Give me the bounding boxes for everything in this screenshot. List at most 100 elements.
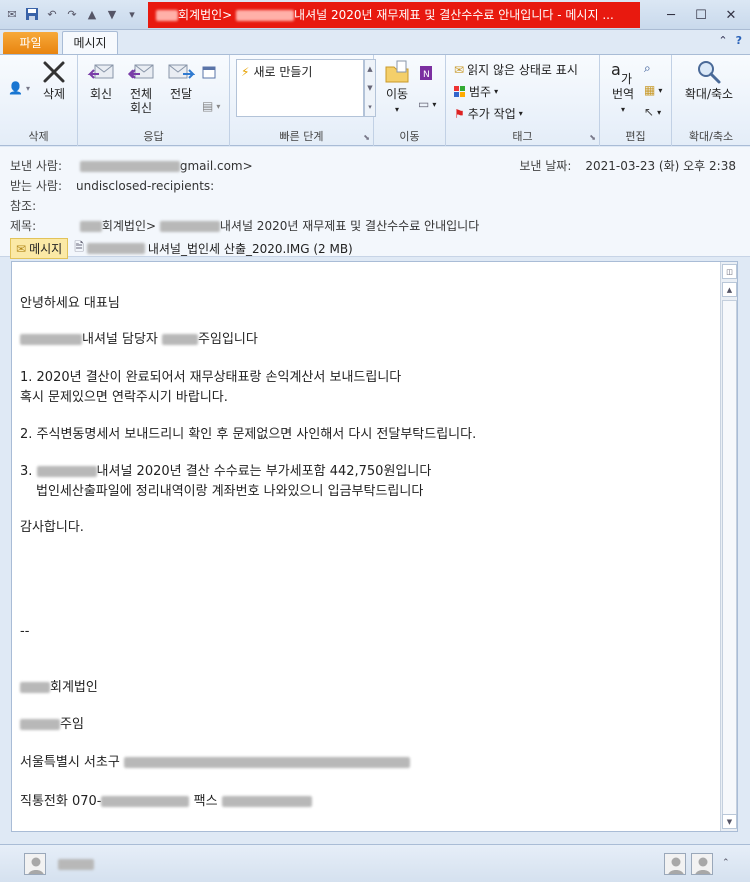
move-button[interactable]: 이동 ▾	[380, 59, 414, 117]
tab-message[interactable]: 메시지	[62, 31, 118, 55]
translate-button[interactable]: a가 번역 ▾	[606, 59, 640, 117]
signature-phone: 직통전화 070- 팩스	[20, 790, 312, 809]
svg-text:가: 가	[621, 72, 632, 85]
scroll-down-icon[interactable]: ▼	[722, 814, 737, 829]
to-value[interactable]: undisclosed-recipients:	[76, 179, 214, 193]
arrow-down-icon[interactable]: ▼	[104, 6, 120, 22]
avatar[interactable]	[24, 853, 46, 875]
lightning-icon: ⚡	[241, 64, 250, 79]
body-intro: 내셔널 담당자 주임입니다	[20, 328, 258, 347]
subject-row: 제목: 회계법인> 내셔널 2020년 재무제표 및 결산수수료 안내입니다	[10, 219, 480, 233]
reply-all-icon	[127, 64, 154, 79]
cc-row: 참조:	[10, 199, 37, 213]
redacted-text	[36, 466, 97, 477]
delete-x-icon	[43, 61, 65, 83]
redacted-text	[79, 161, 180, 172]
quick-steps-gallery: ⚡ 새로 만들기	[236, 59, 364, 117]
delete-button[interactable]: 삭제	[38, 59, 70, 101]
forward-icon	[168, 64, 195, 79]
folder-move-icon	[385, 60, 409, 83]
scroll-up-icon[interactable]: ▲	[722, 282, 737, 297]
ribbon-group-editing: a가 번역 ▾ ⌕ ▦ ▾ ↖ ▾ 편집	[600, 55, 672, 146]
attachment-row: ✉ 메시지 🗎 내셔널_법인세 산출_2020.IMG (2 MB)	[10, 238, 353, 259]
body-scrollbar[interactable]: ◫ ▲ ▼	[720, 262, 737, 831]
flag-icon: ⚑	[454, 106, 465, 121]
redacted-text	[20, 334, 82, 345]
body-item3-line1: 3. 내셔널 2020년 결산 수수료는 부가세포함 442,750원입니다	[20, 464, 432, 479]
undo-icon[interactable]: ↶	[44, 6, 60, 22]
customize-qat-icon[interactable]: ▾	[124, 6, 140, 22]
collapse-ribbon-icon[interactable]: ⌃	[718, 34, 727, 47]
ignore-button[interactable]: 👤 ▾	[8, 81, 30, 95]
ribbon-group-tags: ✉ 읽지 않은 상태로 표시 범주 ▾ ⚑ 추가 작업 ▾ 태그 ⬊	[446, 55, 600, 146]
minimize-icon[interactable]: ─	[658, 5, 684, 25]
reply-all-button[interactable]: 전체 회신	[124, 59, 158, 115]
ribbon-group-zoom: 확대/축소 확대/축소	[672, 55, 750, 146]
avatar[interactable]	[691, 853, 713, 875]
signature-separator: --	[20, 624, 30, 639]
reply-icon	[87, 64, 114, 79]
signature-title: 주임	[20, 713, 84, 732]
select-icon[interactable]: ↖ ▾	[644, 105, 661, 119]
svg-text:a: a	[611, 60, 621, 79]
message-header: 보낸 사람: gmail.com> 보낸 날짜: 2021-03-23 (화) 오…	[0, 147, 750, 259]
message-body[interactable]: 안녕하세요 대표님 내셔널 담당자 주임입니다 1. 2020년 결산이 완료되…	[11, 261, 738, 832]
redacted-text	[159, 221, 220, 232]
attachment-item[interactable]: 🗎 내셔널_법인세 산출_2020.IMG (2 MB)	[74, 238, 353, 259]
ribbon: 👤 ▾ 삭제 삭제 회신 전체 회신 전달 ▤ ▾ 응답 ⚡ 새로 만들기 ▲ …	[0, 54, 750, 146]
actions-icon[interactable]: ▭ ▾	[418, 97, 436, 111]
related-icon[interactable]: ▦ ▾	[644, 83, 662, 97]
onenote-icon[interactable]: N	[418, 65, 434, 81]
close-icon[interactable]: ✕	[718, 5, 744, 25]
title-bar: ✉ ↶ ↷ ▲ ▼ ▾ 회계법인> 내셔널 2020년 재무제표 및 결산수수료…	[0, 0, 750, 30]
signature-address: 서울특별시 서초구	[20, 751, 410, 770]
svg-text:N: N	[423, 70, 430, 80]
redacted-text	[20, 719, 60, 730]
dialog-launcher-icon[interactable]: ⬊	[363, 133, 370, 142]
view-toggle-icon[interactable]: ◫	[722, 264, 737, 279]
from-row: 보낸 사람: gmail.com>	[10, 159, 253, 173]
body-thanks: 감사합니다.	[20, 520, 84, 535]
meeting-icon[interactable]	[202, 65, 216, 79]
people-icon: 👤	[8, 81, 23, 95]
signature-firm: 회계법인	[20, 676, 98, 695]
redacted-text	[156, 10, 178, 21]
categorize-button[interactable]: 범주 ▾	[454, 83, 498, 100]
follow-up-button[interactable]: ⚑ 추가 작업 ▾	[454, 105, 523, 122]
reply-button[interactable]: 회신	[84, 59, 118, 101]
maximize-icon[interactable]: ☐	[688, 5, 714, 25]
redacted-text	[58, 859, 94, 870]
quick-access-toolbar: ✉ ↶ ↷ ▲ ▼ ▾	[4, 6, 140, 22]
body-item1-line2: 혹시 문제있으면 연락주시기 바랍니다.	[20, 390, 228, 405]
people-pane: ⌃	[0, 844, 750, 882]
zoom-button[interactable]: 확대/축소	[676, 59, 742, 101]
message-chip[interactable]: ✉ 메시지	[10, 238, 69, 259]
tab-file[interactable]: 파일	[3, 32, 58, 54]
mark-unread-button[interactable]: ✉ 읽지 않은 상태로 표시	[454, 61, 578, 78]
redacted-text	[162, 334, 199, 345]
to-row: 받는 사람: undisclosed-recipients:	[10, 179, 215, 193]
redacted-text	[123, 757, 410, 768]
redo-icon[interactable]: ↷	[64, 6, 80, 22]
more-respond-icon[interactable]: ▤ ▾	[202, 99, 220, 113]
help-icon[interactable]: ?	[736, 34, 742, 47]
magnifier-icon	[698, 61, 721, 84]
forward-button[interactable]: 전달	[164, 59, 198, 101]
mail-icon: ✉	[7, 7, 17, 21]
avatar[interactable]	[664, 853, 686, 875]
dialog-launcher-icon[interactable]: ⬊	[589, 133, 596, 142]
envelope-icon: ✉	[454, 62, 465, 77]
arrow-up-icon[interactable]: ▲	[84, 6, 100, 22]
find-icon[interactable]: ⌕	[644, 61, 651, 76]
redacted-text	[236, 10, 295, 21]
redacted-text	[86, 243, 145, 254]
redacted-text	[101, 796, 190, 807]
scroll-thumb[interactable]	[722, 300, 737, 820]
ribbon-group-move: 이동 ▾ N ▭ ▾ 이동	[374, 55, 446, 146]
category-icon	[454, 85, 465, 97]
from-value[interactable]: gmail.com>	[180, 159, 253, 173]
expand-people-pane-icon[interactable]: ⌃	[722, 858, 730, 868]
save-icon[interactable]	[24, 6, 40, 22]
ribbon-group-respond: 회신 전체 회신 전달 ▤ ▾ 응답	[78, 55, 230, 146]
quick-step-create-new[interactable]: ⚡ 새로 만들기	[237, 60, 363, 83]
